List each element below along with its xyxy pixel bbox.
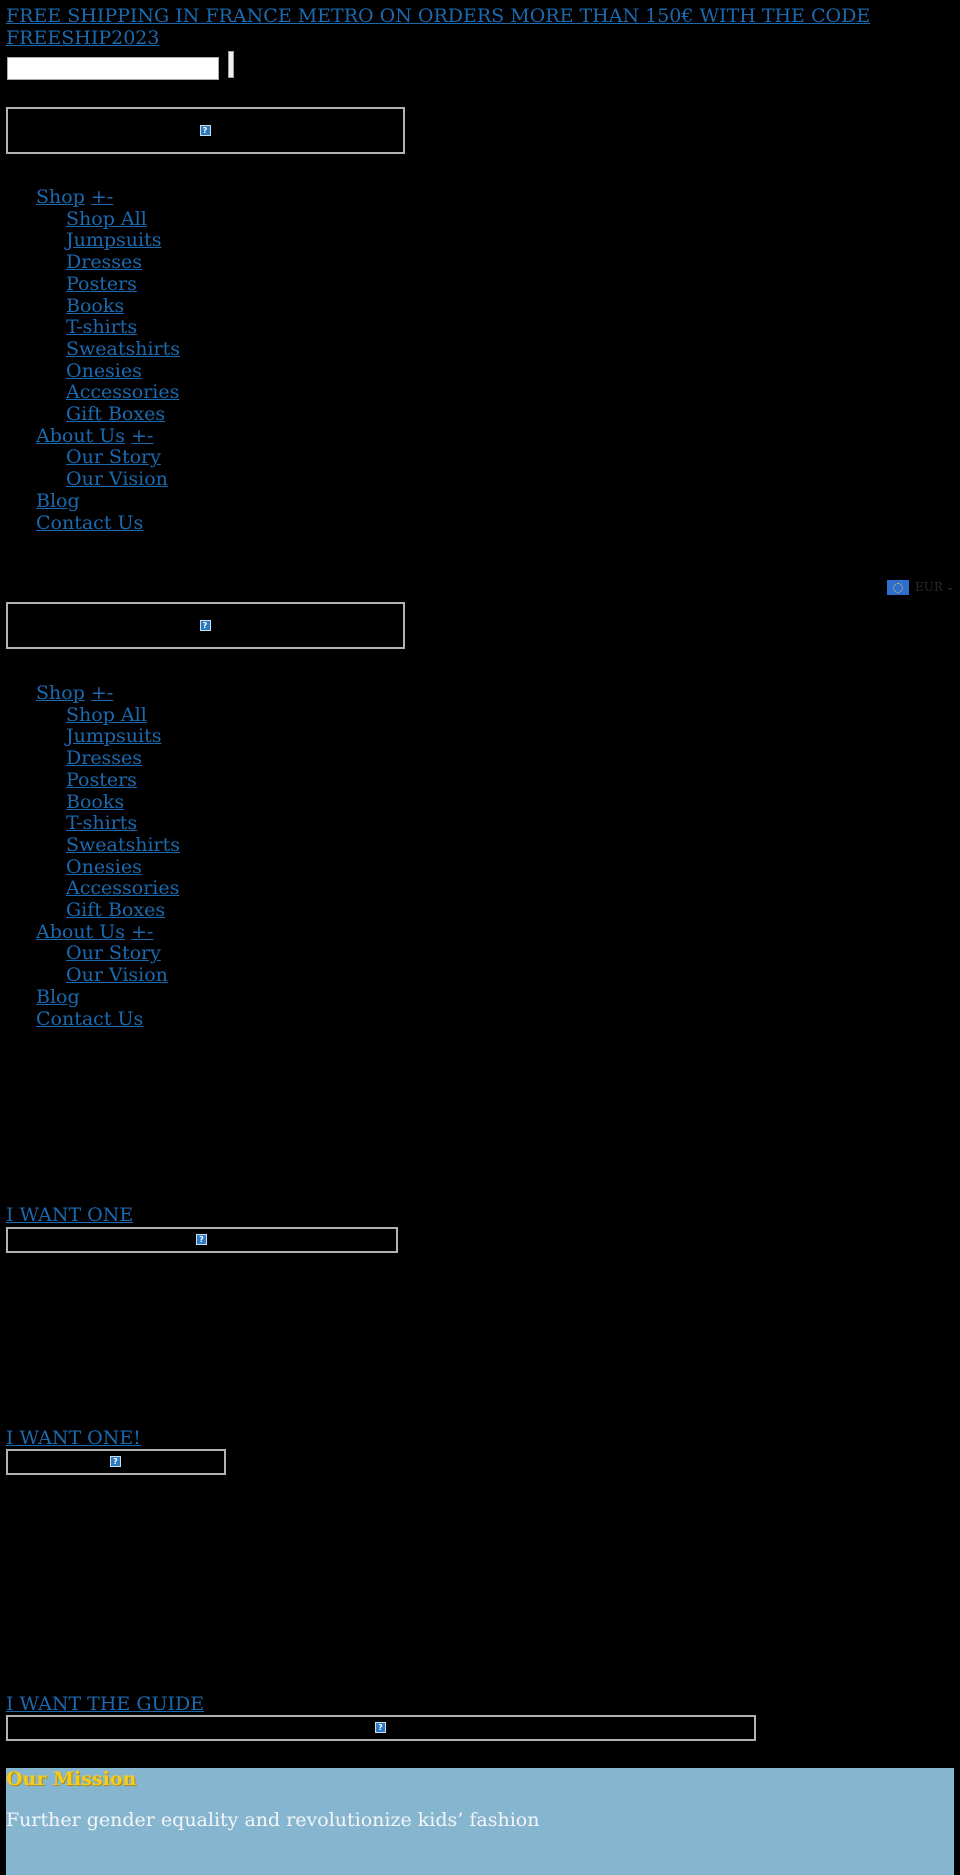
submenu-link-dresses[interactable]: Dresses [66,251,142,273]
submenu-link-sweatshirts[interactable]: Sweatshirts [66,338,180,360]
submenu-item: Sweatshirts [66,834,180,857]
nav-toggle-about-us[interactable]: +- [131,425,153,447]
nav-toggle-shop[interactable]: +- [91,186,113,208]
mission-section: Our Mission Further gender equality and … [6,1768,954,1875]
submenu-link-sweatshirts[interactable]: Sweatshirts [66,834,180,856]
cta-i-want-one-exclaim[interactable]: I WANT ONE! [6,1427,141,1450]
submenu-link-gift-boxes[interactable]: Gift Boxes [66,899,165,921]
submenu-item: Books [66,791,180,814]
submenu-link-posters[interactable]: Posters [66,769,137,791]
banner-image-1[interactable]: ? [6,1227,398,1253]
submenu-link-our-vision[interactable]: Our Vision [66,964,168,986]
submenu-item: Accessories [66,381,180,404]
logo-image-secondary[interactable]: ? [6,602,405,649]
mission-text: Further gender equality and revolutioniz… [6,1809,540,1831]
submenu-link-gift-boxes[interactable]: Gift Boxes [66,403,165,425]
broken-image-icon: ? [375,1722,386,1733]
banner-image-3[interactable]: ? [6,1715,756,1741]
search-input[interactable] [7,57,219,80]
nav-link-contact-us[interactable]: Contact Us [36,1008,143,1030]
nav-link-about-us[interactable]: About Us [36,425,125,447]
broken-image-icon: ? [199,619,211,631]
nav-item-blog: Blog [36,490,180,513]
submenu-item: Onesies [66,360,180,383]
submenu-item: Jumpsuits [66,230,180,252]
submenu-shop: Shop All Jumpsuits Dresses Posters Books T-sh… [36,208,180,426]
submenu-link-our-story[interactable]: Our Story [66,942,161,965]
submenu-item: Accessories [66,877,180,900]
submenu-item: Sweatshirts [66,338,180,361]
nav-link-blog[interactable]: Blog [36,986,80,1008]
submenu-link-books[interactable]: Books [66,791,124,813]
cta-i-want-one[interactable]: I WANT ONE [6,1204,133,1227]
submenu-item: Onesies [66,856,180,879]
submenu-item: Shop All [66,704,180,727]
logo-image[interactable]: ? [6,107,405,154]
submenu-link-accessories[interactable]: Accessories [66,877,179,899]
nav-link-contact-us[interactable]: Contact Us [36,512,143,534]
submenu-link-accessories[interactable]: Accessories [66,381,179,403]
currency-code: EUR [915,580,943,594]
main-nav: Shop +- Shop All Jumpsuits Dresses Posters Bo… [36,186,180,535]
submenu-item: Our Story [66,447,180,469]
submenu-item: Our Vision [66,964,180,987]
submenu-link-posters[interactable]: Posters [66,273,137,295]
submenu-item: T-shirts [66,812,180,835]
nav-item-contact-us: Contact Us [36,512,180,535]
submenu-item: Dresses [66,747,180,770]
submenu-item: Posters [66,273,180,296]
submenu-item: Gift Boxes [66,403,180,426]
chevron-down-icon: ⌄ [945,582,955,593]
broken-image-icon: ? [110,1456,121,1467]
nav-item-shop: Shop +- Shop All Jumpsuits Dresses Posters Bo… [36,682,180,922]
announcement-link[interactable]: FREE SHIPPING IN FRANCE METRO ON ORDERS … [6,5,870,49]
submenu-link-t-shirts[interactable]: T-shirts [66,316,137,338]
submenu-link-books[interactable]: Books [66,295,124,317]
nav-toggle-about-us[interactable]: +- [131,921,153,943]
currency-selector[interactable]: EUR ⌄ [887,577,954,599]
submenu-link-jumpsuits[interactable]: Jumpsuits [66,725,161,748]
announcement-bar: FREE SHIPPING IN FRANCE METRO ON ORDERS … [6,5,906,49]
mission-title: Our Mission [6,1768,137,1790]
nav-item-about-us: About Us +- Our Story Our Vision [36,921,180,987]
nav-item-contact-us: Contact Us [36,1008,180,1031]
submenu-link-our-vision[interactable]: Our Vision [66,468,168,490]
submenu-link-onesies[interactable]: Onesies [66,856,142,878]
submenu-item: Jumpsuits [66,726,180,748]
nav-item-shop: Shop +- Shop All Jumpsuits Dresses Posters Bo… [36,186,180,426]
nav-link-shop[interactable]: Shop [36,682,85,704]
banner-image-2[interactable]: ? [6,1449,226,1475]
broken-image-icon: ? [196,1234,207,1245]
nav-link-about-us[interactable]: About Us [36,921,125,943]
cta-i-want-the-guide[interactable]: I WANT THE GUIDE [6,1693,204,1716]
submenu-link-shop-all[interactable]: Shop All [66,208,147,230]
eu-flag-icon [887,580,909,596]
submenu-item: Books [66,295,180,318]
submenu-item: Our Story [66,943,180,965]
submenu-item: Gift Boxes [66,899,180,922]
submenu-item: T-shirts [66,316,180,339]
nav-toggle-shop[interactable]: +- [91,682,113,704]
nav-item-about-us: About Us +- Our Story Our Vision [36,425,180,491]
nav-link-blog[interactable]: Blog [36,490,80,512]
submenu-item: Dresses [66,251,180,274]
submenu-item: Shop All [66,208,180,231]
mobile-nav: Shop +- Shop All Jumpsuits Dresses Posters Bo… [36,682,180,1031]
submenu-link-t-shirts[interactable]: T-shirts [66,812,137,834]
broken-image-icon: ? [199,124,211,136]
submenu-link-our-story[interactable]: Our Story [66,446,161,469]
submenu-link-shop-all[interactable]: Shop All [66,704,147,726]
submenu-link-onesies[interactable]: Onesies [66,360,142,382]
submenu-shop: Shop All Jumpsuits Dresses Posters Books T-sh… [36,704,180,922]
submenu-link-jumpsuits[interactable]: Jumpsuits [66,229,161,252]
submenu-item: Posters [66,769,180,792]
submenu-link-dresses[interactable]: Dresses [66,747,142,769]
submenu-item: Our Vision [66,468,180,491]
nav-link-shop[interactable]: Shop [36,186,85,208]
nav-item-blog: Blog [36,986,180,1009]
submenu-about-us: Our Story Our Vision [36,447,180,490]
submenu-about-us: Our Story Our Vision [36,943,180,986]
search-button[interactable] [228,51,234,78]
